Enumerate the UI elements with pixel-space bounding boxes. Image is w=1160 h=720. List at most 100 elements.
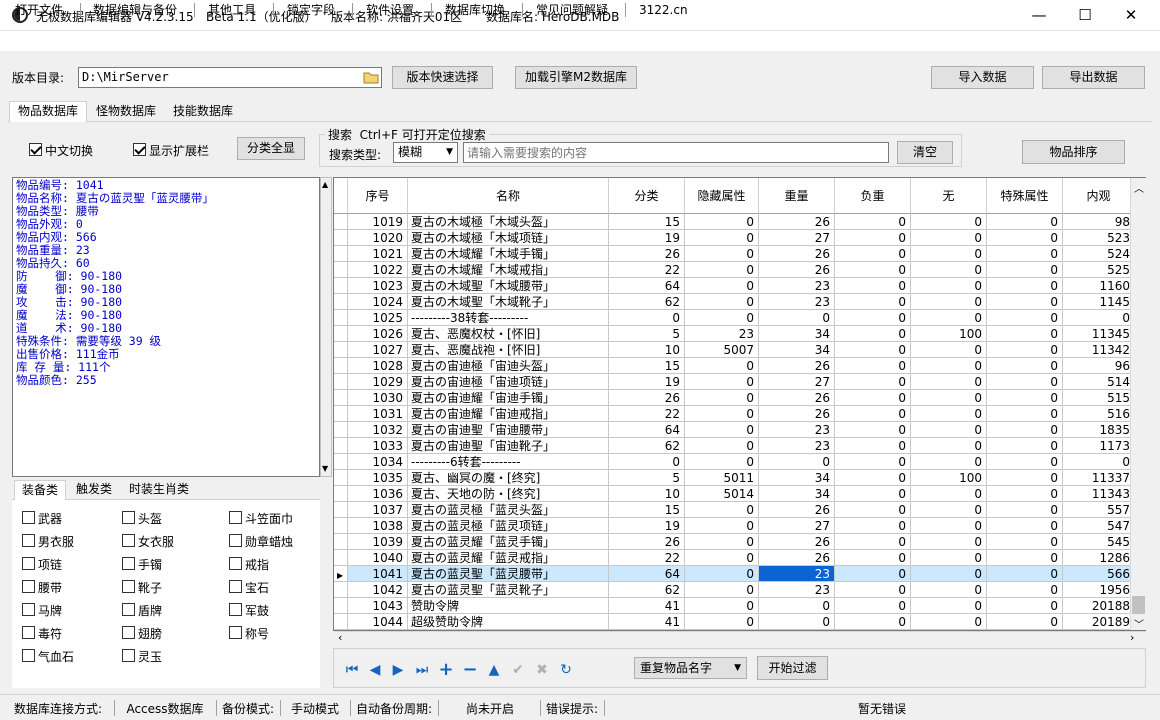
category-checkbox[interactable] <box>22 511 35 524</box>
table-cell[interactable]: 0 <box>835 550 911 566</box>
table-cell[interactable]: 1034 <box>348 454 408 470</box>
table-cell[interactable]: 0 <box>759 310 835 326</box>
table-cell[interactable]: 1021 <box>348 246 408 262</box>
table-cell[interactable]: 0 <box>987 278 1063 294</box>
table-cell[interactable]: 0 <box>987 326 1063 342</box>
table-cell[interactable]: 0 <box>835 566 911 582</box>
table-cell[interactable]: 0 <box>911 278 987 294</box>
table-cell[interactable]: 1026 <box>348 326 408 342</box>
table-cell[interactable]: 0 <box>835 422 911 438</box>
table-cell[interactable]: 0 <box>911 214 987 230</box>
table-cell[interactable]: 0 <box>835 390 911 406</box>
table-cell[interactable]: 0 <box>685 534 759 550</box>
table-cell[interactable]: 0 <box>911 406 987 422</box>
table-cell[interactable]: 547 <box>1063 518 1135 534</box>
last-icon[interactable]: ⏭ <box>414 662 430 678</box>
table-cell[interactable]: 516 <box>1063 406 1135 422</box>
category-checkbox[interactable] <box>22 580 35 593</box>
table-row[interactable]: 1032 夏古の宙迪聖「宙迪腰带」 64 0 23 0 0 0 1835 <box>334 422 1145 438</box>
table-cell[interactable]: 夏古の宙迪耀「宙迪手镯」 <box>408 390 609 406</box>
table-cell[interactable]: 26 <box>759 262 835 278</box>
row-indicator[interactable] <box>334 438 348 454</box>
scroll-down-icon[interactable]: ▼ <box>322 464 328 473</box>
table-cell[interactable]: 0 <box>1063 454 1135 470</box>
cancel-icon[interactable]: ✖ <box>534 662 550 678</box>
scroll-up-icon[interactable]: ▲ <box>322 180 328 189</box>
table-cell[interactable]: 98 <box>1063 214 1135 230</box>
category-checkbox[interactable] <box>22 626 35 639</box>
table-cell[interactable]: 1029 <box>348 374 408 390</box>
table-cell[interactable]: 1019 <box>348 214 408 230</box>
menu-open-file[interactable]: 打开文件 <box>15 2 63 18</box>
table-row[interactable]: 1023 夏古の木域聖「木域腰带」 64 0 23 0 0 0 1160 <box>334 278 1145 294</box>
table-cell[interactable]: 1025 <box>348 310 408 326</box>
menu-db-switch[interactable]: 数据库切换 <box>445 2 505 18</box>
row-indicator[interactable] <box>334 358 348 374</box>
table-cell[interactable]: 0 <box>835 374 911 390</box>
table-cell[interactable]: 夏古の蓝灵極「蓝灵项链」 <box>408 518 609 534</box>
category-tab-trigger[interactable]: 触发类 <box>68 480 120 500</box>
delete-icon[interactable]: − <box>462 661 478 679</box>
search-type-select[interactable]: 模糊 ▼ <box>393 142 458 163</box>
table-cell[interactable]: 566 <box>1063 566 1135 582</box>
category-checkbox[interactable] <box>229 557 242 570</box>
table-cell[interactable]: 0 <box>685 598 759 614</box>
table-cell[interactable]: 0 <box>835 342 911 358</box>
table-cell[interactable]: 0 <box>685 214 759 230</box>
table-cell[interactable]: 0 <box>987 534 1063 550</box>
table-cell[interactable]: 0 <box>987 566 1063 582</box>
table-cell[interactable]: 10 <box>609 486 685 502</box>
grid-column-header[interactable]: 无 <box>911 178 987 214</box>
table-cell[interactable]: 0 <box>911 614 987 630</box>
category-checkbox[interactable] <box>229 603 242 616</box>
add-icon[interactable]: + <box>438 661 454 679</box>
first-icon[interactable]: ⏮ <box>344 662 360 678</box>
table-cell[interactable]: 0 <box>835 358 911 374</box>
table-cell[interactable]: 夏古の蓝灵耀「蓝灵手镯」 <box>408 534 609 550</box>
table-cell[interactable]: 0 <box>911 374 987 390</box>
table-cell[interactable]: 26 <box>609 246 685 262</box>
table-cell[interactable]: 5 <box>609 470 685 486</box>
table-cell[interactable]: 100 <box>911 326 987 342</box>
row-indicator[interactable] <box>334 422 348 438</box>
table-cell[interactable]: 0 <box>911 566 987 582</box>
table-cell[interactable]: 0 <box>685 310 759 326</box>
table-cell[interactable]: 23 <box>685 326 759 342</box>
row-indicator[interactable] <box>334 582 348 598</box>
table-cell[interactable]: 0 <box>987 422 1063 438</box>
table-cell[interactable]: 0 <box>685 518 759 534</box>
grid-column-header[interactable]: 隐藏属性 <box>685 178 759 214</box>
table-cell[interactable]: 0 <box>759 614 835 630</box>
quick-select-button[interactable]: 版本快速选择 <box>392 66 493 89</box>
table-cell[interactable]: 64 <box>609 566 685 582</box>
table-cell[interactable]: 10 <box>609 342 685 358</box>
table-row[interactable]: 1042 夏古の蓝灵聖「蓝灵靴子」 62 0 23 0 0 0 1956 <box>334 582 1145 598</box>
row-indicator[interactable] <box>334 614 348 630</box>
table-cell[interactable]: 34 <box>759 470 835 486</box>
table-cell[interactable]: 5011 <box>685 470 759 486</box>
scroll-up-icon[interactable]: ︿ <box>1134 180 1144 195</box>
table-cell[interactable]: 11337 <box>1063 470 1135 486</box>
table-cell[interactable]: 1286 <box>1063 550 1135 566</box>
table-cell[interactable]: 0 <box>911 310 987 326</box>
table-cell[interactable]: 0 <box>685 278 759 294</box>
table-cell[interactable]: 夏古の宙迪聖「宙迪腰带」 <box>408 422 609 438</box>
table-cell[interactable]: 1043 <box>348 598 408 614</box>
category-checkbox[interactable] <box>229 580 242 593</box>
table-cell[interactable]: 1036 <box>348 486 408 502</box>
table-cell[interactable]: 0 <box>685 454 759 470</box>
table-cell[interactable]: 夏古、恶魔权杖・[怀旧] <box>408 326 609 342</box>
grid-column-header[interactable]: 序号 <box>348 178 408 214</box>
table-cell[interactable]: 0 <box>685 550 759 566</box>
table-cell[interactable]: 0 <box>911 454 987 470</box>
table-cell[interactable]: 23 <box>759 566 835 582</box>
grid-column-header[interactable]: 分类 <box>609 178 685 214</box>
table-row[interactable]: 1044 超级赞助令牌 41 0 0 0 0 0 20189 <box>334 614 1145 630</box>
menu-lock-fields[interactable]: 锁定字段 <box>287 2 335 18</box>
table-cell[interactable]: 0 <box>911 422 987 438</box>
table-cell[interactable]: 5 <box>609 326 685 342</box>
up-icon[interactable]: ▲ <box>486 662 502 678</box>
table-cell[interactable]: 0 <box>685 390 759 406</box>
category-tab-equipment[interactable]: 装备类 <box>14 480 66 500</box>
table-cell[interactable]: 62 <box>609 438 685 454</box>
